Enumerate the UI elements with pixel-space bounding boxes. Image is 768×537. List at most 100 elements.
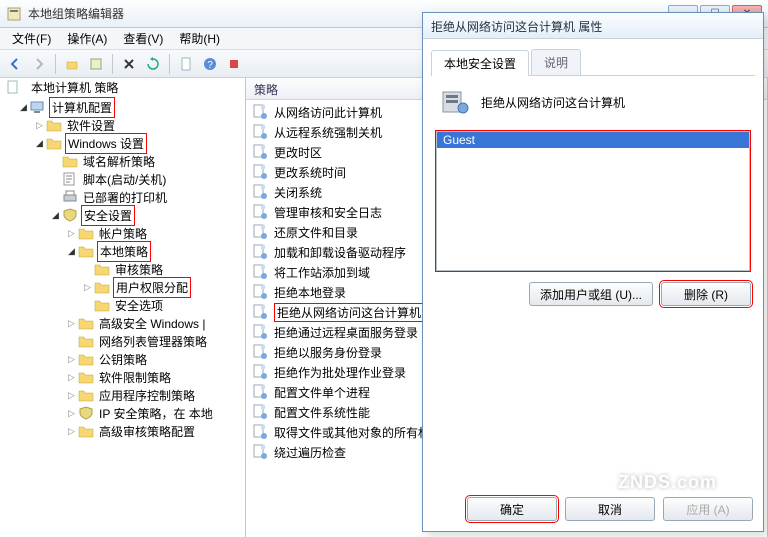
up-button[interactable] bbox=[61, 53, 83, 75]
tree-item[interactable]: ▷ 软件限制策略 bbox=[2, 368, 245, 386]
apply-button[interactable]: 应用 (A) bbox=[663, 497, 753, 521]
expand-icon[interactable]: ▷ bbox=[66, 372, 77, 383]
expand-icon[interactable]: ▷ bbox=[66, 228, 77, 239]
policy-label: 拒绝作为批处理作业登录 bbox=[274, 364, 406, 381]
expand-icon[interactable] bbox=[50, 156, 61, 167]
policy-icon bbox=[252, 124, 268, 140]
menu-view[interactable]: 查看(V) bbox=[115, 28, 171, 49]
tree-item[interactable]: ◢ 计算机配置 bbox=[2, 98, 245, 116]
policy-icon bbox=[252, 444, 268, 460]
svg-text:?: ? bbox=[207, 60, 213, 71]
policy-icon bbox=[252, 304, 268, 320]
expand-icon[interactable] bbox=[50, 192, 61, 203]
folder-icon bbox=[62, 154, 78, 168]
expand-icon[interactable] bbox=[66, 336, 77, 347]
cancel-button[interactable]: 取消 bbox=[565, 497, 655, 521]
policy-name: 拒绝从网络访问这台计算机 bbox=[481, 94, 625, 111]
tree-root-label: 本地计算机 策略 bbox=[29, 78, 120, 97]
tree-item[interactable]: 域名解析策略 bbox=[2, 152, 245, 170]
expand-icon[interactable]: ▷ bbox=[82, 282, 93, 293]
users-listbox[interactable]: Guest bbox=[436, 131, 750, 271]
help-button[interactable]: ? bbox=[199, 53, 221, 75]
tree-item[interactable]: 脚本(启动/关机) bbox=[2, 170, 245, 188]
policy-icon bbox=[252, 284, 268, 300]
refresh-button[interactable] bbox=[142, 53, 164, 75]
expand-icon[interactable]: ▷ bbox=[66, 408, 77, 419]
tree-item[interactable]: 安全选项 bbox=[2, 296, 245, 314]
expand-icon[interactable]: ▷ bbox=[34, 120, 45, 131]
expand-icon[interactable] bbox=[82, 264, 93, 275]
tree-item[interactable]: ▷IP 安全策略，在 本地 bbox=[2, 404, 245, 422]
tab-local-security[interactable]: 本地安全设置 bbox=[431, 50, 529, 76]
policy-label: 从远程系统强制关机 bbox=[274, 124, 382, 141]
expand-icon[interactable]: ◢ bbox=[50, 210, 61, 221]
server-icon bbox=[439, 86, 471, 118]
tree-pane[interactable]: 本地计算机 策略 ◢ 计算机配置▷软件设置◢Windows 设置域名解析策略脚本(… bbox=[0, 78, 246, 537]
expand-icon[interactable] bbox=[50, 174, 61, 185]
policy-label: 关闭系统 bbox=[274, 184, 322, 201]
list-item[interactable]: Guest bbox=[437, 132, 749, 148]
policy-label: 更改系统时间 bbox=[274, 164, 346, 181]
folder-icon bbox=[94, 280, 110, 294]
policy-label: 更改时区 bbox=[274, 144, 322, 161]
policy-icon bbox=[252, 164, 268, 180]
tree-item[interactable]: ◢本地策略 bbox=[2, 242, 245, 260]
policy-label: 取得文件或其他对象的所有权 bbox=[274, 424, 430, 441]
policy-label: 还原文件和目录 bbox=[274, 224, 358, 241]
expand-icon[interactable]: ◢ bbox=[18, 102, 29, 113]
policy-label: 从网络访问此计算机 bbox=[274, 104, 382, 121]
tree-item[interactable]: 已部署的打印机 bbox=[2, 188, 245, 206]
toolbar-separator bbox=[169, 54, 170, 74]
forward-button[interactable] bbox=[28, 53, 50, 75]
toolbar-separator bbox=[55, 54, 56, 74]
folder-icon bbox=[78, 226, 94, 240]
tree-item[interactable]: 审核策略 bbox=[2, 260, 245, 278]
tree-item[interactable]: 网络列表管理器策略 bbox=[2, 332, 245, 350]
policy-label: 加载和卸载设备驱动程序 bbox=[274, 244, 406, 261]
tree-item[interactable]: ▷高级安全 Windows | bbox=[2, 314, 245, 332]
tree-item-label: 软件限制策略 bbox=[97, 368, 173, 387]
menu-action[interactable]: 操作(A) bbox=[59, 28, 115, 49]
tab-explain[interactable]: 说明 bbox=[531, 49, 581, 75]
add-user-button[interactable]: 添加用户或组 (U)... bbox=[529, 282, 653, 306]
script-icon bbox=[62, 172, 78, 186]
watermark: ZNDS.com bbox=[618, 472, 717, 493]
expand-icon[interactable]: ▷ bbox=[66, 354, 77, 365]
folder-icon bbox=[78, 244, 94, 258]
policy-icon bbox=[252, 324, 268, 340]
folder-icon bbox=[78, 370, 94, 384]
menu-help[interactable]: 帮助(H) bbox=[171, 28, 228, 49]
expand-icon[interactable]: ◢ bbox=[66, 246, 77, 257]
tree-item-label: 用户权限分配 bbox=[113, 277, 191, 298]
tree-item[interactable]: ▷应用程序控制策略 bbox=[2, 386, 245, 404]
expand-icon[interactable] bbox=[82, 300, 93, 311]
tree-item[interactable]: ▷高级审核策略配置 bbox=[2, 422, 245, 440]
tree-item[interactable]: ▷帐户策略 bbox=[2, 224, 245, 242]
tree-item-label: 网络列表管理器策略 bbox=[97, 332, 209, 351]
expand-icon[interactable]: ▷ bbox=[66, 390, 77, 401]
policy-icon bbox=[252, 224, 268, 240]
tree-item-label: 公钥策略 bbox=[97, 350, 149, 369]
tree-item[interactable]: ▷软件设置 bbox=[2, 116, 245, 134]
remove-button[interactable]: 删除 (R) bbox=[661, 282, 751, 306]
tree-item[interactable]: ◢Windows 设置 bbox=[2, 134, 245, 152]
tree-item-label: 计算机配置 bbox=[49, 97, 115, 118]
tree-item[interactable]: ▷ 公钥策略 bbox=[2, 350, 245, 368]
properties-button[interactable] bbox=[85, 53, 107, 75]
expand-icon[interactable]: ▷ bbox=[66, 426, 77, 437]
tree-item[interactable]: ◢安全设置 bbox=[2, 206, 245, 224]
expand-icon[interactable]: ▷ bbox=[66, 318, 77, 329]
tree-root[interactable]: 本地计算机 策略 bbox=[0, 78, 245, 96]
menu-file[interactable]: 文件(F) bbox=[4, 28, 59, 49]
policy-icon bbox=[252, 384, 268, 400]
policy-label: 拒绝通过远程桌面服务登录 bbox=[274, 324, 418, 341]
policy-icon bbox=[252, 244, 268, 260]
back-button[interactable] bbox=[4, 53, 26, 75]
export-button[interactable] bbox=[175, 53, 197, 75]
ok-button[interactable]: 确定 bbox=[467, 497, 557, 521]
folder-icon bbox=[94, 298, 110, 312]
tree-item[interactable]: ▷ 用户权限分配 bbox=[2, 278, 245, 296]
expand-icon[interactable]: ◢ bbox=[34, 138, 45, 149]
stop-button[interactable] bbox=[223, 53, 245, 75]
delete-button[interactable] bbox=[118, 53, 140, 75]
